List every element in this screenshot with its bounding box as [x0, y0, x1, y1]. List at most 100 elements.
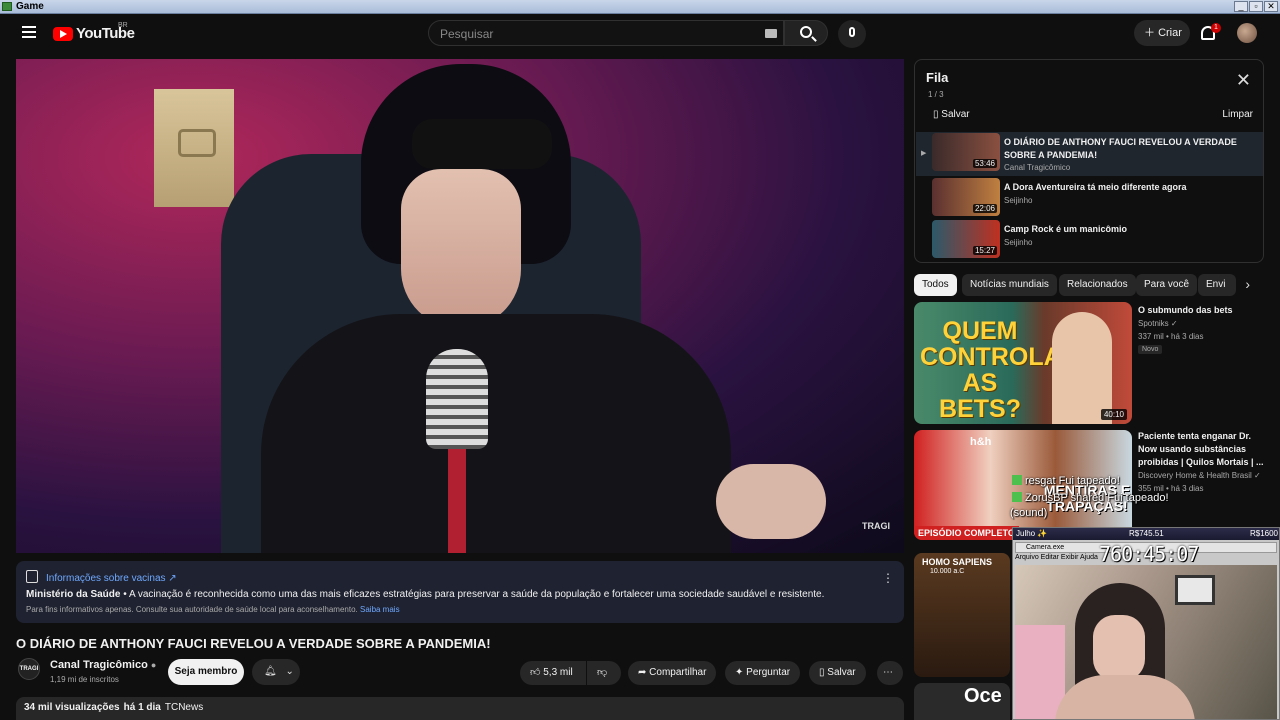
chip-sent[interactable]: Envi [1198, 274, 1236, 296]
join-button[interactable]: Seja membro [168, 659, 244, 685]
queue-count: 1 / 3 [928, 90, 944, 99]
hamburger-menu-icon[interactable] [22, 26, 36, 38]
new-badge: Novo [1138, 345, 1163, 354]
video-title: O DIÁRIO DE ANTHONY FAUCI REVELOU A VERD… [16, 636, 491, 651]
more-actions-button[interactable]: ⋯ [877, 661, 903, 685]
queue-duration: 15:27 [972, 246, 997, 255]
voice-search-button[interactable] [838, 20, 866, 48]
youtube-logo[interactable]: YouTube BR [53, 22, 135, 42]
info-source: Ministério da Saúde [26, 589, 121, 600]
vaccine-info-panel: Informações sobre vacinas ↗ ⋮ Ministério… [16, 561, 904, 623]
info-text: • A vacinação é reconhecida como uma das… [120, 589, 825, 600]
queue-clear-button[interactable]: Limpar [1222, 109, 1253, 120]
queue-item[interactable]: 15:27 Camp Rock é um manicômio Seijinho [916, 219, 1263, 263]
recommendation-meta: 337 mil • há 3 dias [1138, 332, 1204, 341]
thumbs-down-icon: 👎︎ [597, 667, 608, 678]
queue-item-title: A Dora Aventureira tá meio diferente ago… [1004, 182, 1187, 192]
video-player[interactable]: TRAGI [16, 59, 904, 553]
save-button[interactable]: ▯ Salvar [809, 661, 866, 685]
filter-chips: Todos Notícias mundiais Relacionados Par… [914, 274, 1264, 296]
overlay-right-value: R$1600 [1249, 529, 1278, 538]
close-window-button[interactable]: ✕ [1264, 1, 1278, 12]
queue-item-title: Camp Rock é um manicômio [1004, 224, 1128, 234]
stream-chat-sound: (sound) [1010, 507, 1048, 519]
search-input[interactable]: Pesquisar [428, 20, 784, 46]
streamer-webcam-overlay: Julho ✨ R$745.51 R$1600 Camera.exe 760:4… [1012, 527, 1280, 720]
thumbnail-subtext: 10.000 a.C [930, 568, 965, 575]
chip-world-news[interactable]: Notícias mundiais [962, 274, 1057, 296]
search-button[interactable] [784, 20, 828, 46]
maximize-button[interactable]: ▫ [1249, 1, 1263, 12]
queue-item-title: O DIÁRIO DE ANTHONY FAUCI REVELOU A VERD… [1004, 137, 1237, 160]
upload-age: há 1 dia [123, 702, 161, 713]
queue-title: Fila [926, 70, 949, 85]
thumbnail-person [1052, 312, 1112, 424]
chevron-right-icon[interactable]: › [1245, 276, 1250, 292]
recommendation-thumbnail: Oce [914, 683, 1010, 720]
microphone-icon [849, 27, 855, 37]
queue-item[interactable]: ▶ 53:46 O DIÁRIO DE ANTHONY FAUCI REVELO… [916, 132, 1263, 176]
person-hand [716, 464, 826, 539]
description-box[interactable]: 34 mil visualizações há 1 dia TCNews [16, 697, 904, 720]
overlay-topbar: Julho ✨ R$745.51 R$1600 [1013, 528, 1279, 540]
more-options-icon[interactable]: ⋮ [882, 571, 894, 585]
recommendation-title: O submundo das bets [1138, 305, 1233, 315]
queue-thumbnail: 22:06 [932, 178, 1000, 216]
like-button[interactable]: 👍︎ 5,3 mil [520, 661, 586, 685]
play-button-plaque [154, 89, 234, 207]
camera-window-menu: Arquivo Editar Exibir Ajuda [1015, 554, 1098, 561]
close-icon[interactable]: ✕ [1236, 70, 1251, 91]
user-avatar[interactable] [1237, 23, 1257, 43]
recommendation-item[interactable]: QUEM CONTROLA AS BETS? 40:10 O submundo … [914, 302, 1280, 424]
background-wall [1015, 625, 1065, 719]
chip-for-you[interactable]: Para você [1136, 274, 1198, 296]
chip-all[interactable]: Todos [914, 274, 957, 296]
stream-chat-message: ZorusBP shared Fui tapeado! [1012, 492, 1169, 504]
queue-panel: Fila 1 / 3 ✕ ▯ Salvar Limpar ▶ 53:46 O D… [914, 59, 1264, 263]
queue-save-label: Salvar [941, 109, 970, 120]
dislike-button[interactable]: 👎︎ [587, 661, 621, 685]
create-label: Criar [1158, 27, 1182, 39]
ask-button[interactable]: ✦ Perguntar [725, 661, 801, 685]
sparkle-icon: ✦ [735, 667, 744, 678]
overlay-left-value: R$745.51 [1129, 529, 1164, 538]
chip-related[interactable]: Relacionados [1059, 274, 1136, 296]
chat-emote-icon [1012, 492, 1022, 502]
channel-name[interactable]: Canal Tragicômico ● [50, 659, 156, 671]
minimize-button[interactable]: _ [1234, 1, 1248, 12]
channel-avatar[interactable]: TRAGI [18, 658, 40, 680]
queue-thumbnail: 15:27 [932, 220, 1000, 258]
youtube-header: YouTube BR Pesquisar ＋ Criar 1 [0, 14, 1280, 54]
chat-emote-icon [1012, 475, 1022, 485]
share-button[interactable]: ➦ Compartilhar [628, 661, 717, 685]
now-playing-icon: ▶ [921, 150, 927, 157]
subscription-bell-button[interactable]: 🔔︎ ⌄ [252, 659, 300, 685]
full-episode-label: EPISÓDIO COMPLETO [914, 526, 1019, 540]
chat-text: shared Fui tapeado! [1070, 492, 1169, 504]
queue-item-channel: Canal Tragicômico [1004, 163, 1071, 172]
recommendation-channel: Discovery Home & Health Brasil ✓ [1138, 471, 1261, 480]
person-face [401, 169, 521, 329]
learn-more-link[interactable]: Saiba mais [360, 605, 400, 614]
subathon-timer: 760:45:07 [1099, 542, 1199, 566]
chat-user: resgat [1025, 475, 1056, 487]
queue-duration: 22:06 [972, 204, 997, 213]
verified-icon: ● [150, 660, 157, 670]
search-placeholder: Pesquisar [440, 27, 494, 41]
info-panel-body: Ministério da Saúde • A vacinação é reco… [26, 589, 824, 600]
create-button[interactable]: ＋ Criar [1134, 20, 1190, 46]
window-titlebar: Game _ ▫ ✕ [0, 0, 1280, 14]
keyboard-icon[interactable] [765, 29, 777, 38]
thumbnail-text: Oce [964, 685, 1002, 707]
thumbnail-text: HOMO SAPIENS [922, 557, 993, 567]
queue-item[interactable]: 22:06 A Dora Aventureira tá meio diferen… [916, 177, 1263, 221]
recommendation-duration: 40:10 [1100, 409, 1127, 420]
info-panel-title[interactable]: Informações sobre vacinas ↗ [26, 570, 177, 584]
video-tag[interactable]: TCNews [165, 702, 203, 713]
chat-text: Fui tapeado! [1058, 475, 1120, 487]
queue-duration: 53:46 [972, 159, 997, 168]
window-title: Game [16, 1, 44, 12]
mic-stand [448, 449, 466, 553]
queue-save-button[interactable]: ▯ Salvar [933, 109, 970, 120]
thumbs-up-icon: 👍︎ [530, 667, 541, 678]
